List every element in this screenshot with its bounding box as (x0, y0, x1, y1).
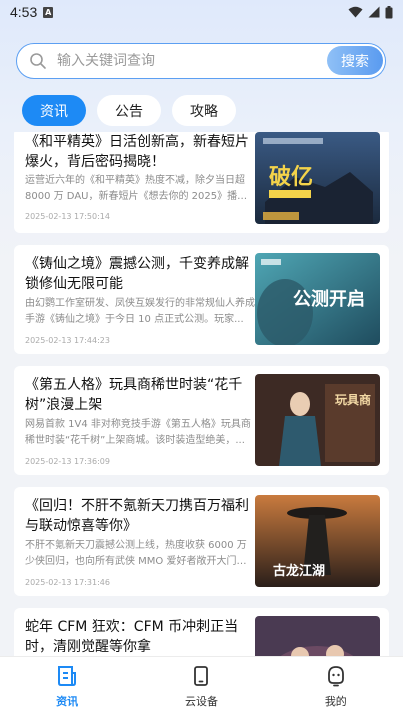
notification-icon: A (43, 6, 54, 18)
nav-label: 云设备 (184, 695, 218, 708)
signal-icon (368, 6, 380, 18)
nav-news[interactable]: 资讯 (0, 657, 134, 716)
article-summary: 运营近六年的《和平精英》热度不减，除夕当日超 8000 万 DAU，新春短片《想… (25, 175, 248, 202)
article-time: 2025-02-13 17:36:09 (25, 457, 110, 466)
tab-announcements[interactable]: 公告 (97, 95, 161, 126)
article-summary: 网易首款 1V4 非对称竞技手游《第五人格》玩具商稀世时装“花千树”上架商城。该… (25, 419, 251, 446)
thumb-label: 古龙江湖 (273, 563, 325, 579)
article-thumbnail: 公测开启 (255, 253, 380, 345)
news-icon (58, 666, 77, 686)
article-title: 《铸仙之境》震撼公测，千变养成解锁修仙无限可能 (25, 256, 249, 292)
article-card[interactable]: 《第五人格》玩具商稀世时装“花千树”浪漫上架 网易首款 1V4 非对称竞技手游《… (14, 366, 389, 475)
category-tabs: 资讯 公告 攻略 (22, 95, 236, 126)
wifi-icon (348, 6, 363, 18)
article-summary: 由幻鹦工作室研发、凤侠互娱发行的非常规仙人养成手游《铸仙之境》于今日 10 点正… (25, 298, 255, 325)
search-bar: 搜索 (16, 43, 386, 79)
article-time: 2025-02-13 17:44:23 (25, 336, 110, 345)
status-time: 4:53 (10, 4, 38, 20)
article-card[interactable]: 蛇年 CFM 狂欢：CFM 币冲刺正当时，清刚觉醒等你拿 (14, 608, 389, 656)
nav-label: 资讯 (56, 695, 79, 708)
thumb-label: 玩具商 (335, 392, 371, 407)
thumb-label: 破亿 (269, 164, 313, 190)
article-thumbnail: 破亿 (255, 132, 380, 224)
nav-profile[interactable]: 我的 (269, 657, 403, 716)
nav-cloud-device[interactable]: 云设备 (134, 657, 268, 716)
article-thumbnail: 古龙江湖 (255, 495, 380, 587)
article-title: 蛇年 CFM 狂欢：CFM 币冲刺正当时，清刚觉醒等你拿 (25, 619, 239, 655)
article-card[interactable]: 《铸仙之境》震撼公测，千变养成解锁修仙无限可能 由幻鹦工作室研发、凤侠互娱发行的… (14, 245, 389, 354)
tab-guides[interactable]: 攻略 (172, 95, 236, 126)
nav-label: 我的 (324, 695, 347, 708)
status-icons (348, 5, 393, 19)
article-summary: 不肝不氪新天刀震撼公测上线，热度收获 6000 万少侠回归，也向所有武侠 MMO… (25, 540, 247, 567)
article-time: 2025-02-13 17:50:14 (25, 212, 110, 221)
battery-icon (385, 5, 393, 18)
article-thumbnail (255, 616, 380, 656)
article-thumbnail: 玩具商 (255, 374, 380, 466)
bottom-nav: 资讯 云设备 我的 (0, 656, 403, 716)
article-time: 2025-02-13 17:31:46 (25, 578, 110, 587)
thumb-label: 公测开启 (293, 288, 365, 310)
article-title: 《回归！不肝不氪新天刀携百万福利与联动惊喜等你》 (25, 498, 249, 534)
phone-icon (194, 666, 209, 686)
article-card[interactable]: 《回归！不肝不氪新天刀携百万福利与联动惊喜等你》 不肝不氪新天刀震撼公测上线，热… (14, 487, 389, 596)
article-title: 《第五人格》玩具商稀世时装“花千树”浪漫上架 (25, 377, 243, 413)
article-list[interactable]: 《和平精英》日活创新高，新春短片爆火，背后密码揭晓！ 运营近六年的《和平精英》热… (14, 132, 389, 656)
search-icon (30, 53, 46, 69)
tab-news[interactable]: 资讯 (22, 95, 86, 126)
article-card[interactable]: 《和平精英》日活创新高，新春短片爆火，背后密码揭晓！ 运营近六年的《和平精英》热… (14, 132, 389, 233)
search-button[interactable]: 搜索 (327, 46, 383, 75)
profile-icon (327, 666, 344, 687)
article-title: 《和平精英》日活创新高，新春短片爆火，背后密码揭晓！ (25, 134, 249, 170)
status-bar: 4:53 A (0, 0, 403, 24)
